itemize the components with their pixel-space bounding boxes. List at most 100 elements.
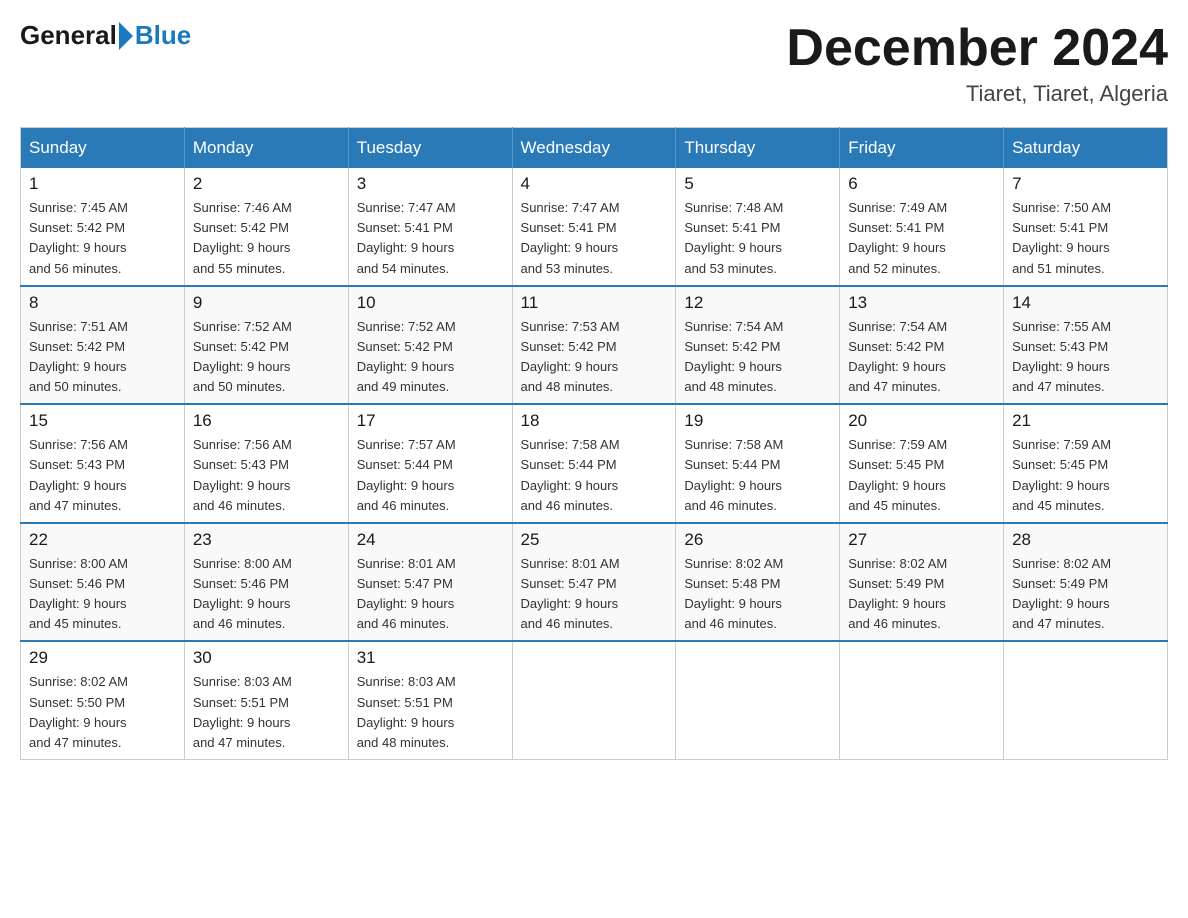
day-info: Sunrise: 8:00 AMSunset: 5:46 PMDaylight:… bbox=[29, 554, 176, 635]
calendar-cell: 16 Sunrise: 7:56 AMSunset: 5:43 PMDayligh… bbox=[184, 404, 348, 523]
day-number: 5 bbox=[684, 174, 831, 194]
calendar-cell: 18Sunrise: 7:58 AMSunset: 5:44 PMDayligh… bbox=[512, 404, 676, 523]
day-number: 25 bbox=[521, 530, 668, 550]
page-header: General Blue December 2024 Tiaret, Tiare… bbox=[20, 20, 1168, 107]
day-number: 1 bbox=[29, 174, 176, 194]
day-info: Sunrise: 7:47 AMSunset: 5:41 PMDaylight:… bbox=[357, 198, 504, 279]
calendar-cell: 13 Sunrise: 7:54 AMSunset: 5:42 PMDayligh… bbox=[840, 286, 1004, 405]
day-number: 26 bbox=[684, 530, 831, 550]
calendar-table: SundayMondayTuesdayWednesdayThursdayFrid… bbox=[20, 127, 1168, 760]
day-number: 28 bbox=[1012, 530, 1159, 550]
day-number: 21 bbox=[1012, 411, 1159, 431]
day-info: Sunrise: 7:54 AMSunset: 5:42 PMDaylight:… bbox=[684, 317, 831, 398]
calendar-cell: 3Sunrise: 7:47 AMSunset: 5:41 PMDaylight… bbox=[348, 168, 512, 286]
day-info: Sunrise: 8:02 AMSunset: 5:48 PMDaylight:… bbox=[684, 554, 831, 635]
calendar-cell: 1 Sunrise: 7:45 AMSunset: 5:42 PMDaylight… bbox=[21, 168, 185, 286]
day-info: Sunrise: 7:46 AMSunset: 5:42 PMDaylight:… bbox=[193, 198, 340, 279]
day-number: 2 bbox=[193, 174, 340, 194]
day-number: 27 bbox=[848, 530, 995, 550]
day-number: 23 bbox=[193, 530, 340, 550]
calendar-cell bbox=[512, 641, 676, 759]
col-header-tuesday: Tuesday bbox=[348, 128, 512, 169]
day-number: 7 bbox=[1012, 174, 1159, 194]
calendar-cell bbox=[1004, 641, 1168, 759]
day-info: Sunrise: 8:02 AMSunset: 5:49 PMDaylight:… bbox=[1012, 554, 1159, 635]
day-number: 22 bbox=[29, 530, 176, 550]
logo-general-text: General bbox=[20, 20, 117, 51]
calendar-week-row: 8 Sunrise: 7:51 AMSunset: 5:42 PMDaylight… bbox=[21, 286, 1168, 405]
day-info: Sunrise: 7:58 AMSunset: 5:44 PMDaylight:… bbox=[684, 435, 831, 516]
day-number: 8 bbox=[29, 293, 176, 313]
calendar-cell: 31 Sunrise: 8:03 AMSunset: 5:51 PMDayligh… bbox=[348, 641, 512, 759]
day-info: Sunrise: 7:47 AMSunset: 5:41 PMDaylight:… bbox=[521, 198, 668, 279]
calendar-week-row: 15 Sunrise: 7:56 AMSunset: 5:43 PMDayligh… bbox=[21, 404, 1168, 523]
calendar-cell: 28 Sunrise: 8:02 AMSunset: 5:49 PMDayligh… bbox=[1004, 523, 1168, 642]
day-number: 24 bbox=[357, 530, 504, 550]
calendar-cell: 21 Sunrise: 7:59 AMSunset: 5:45 PMDayligh… bbox=[1004, 404, 1168, 523]
day-info: Sunrise: 7:51 AMSunset: 5:42 PMDaylight:… bbox=[29, 317, 176, 398]
calendar-cell: 17 Sunrise: 7:57 AMSunset: 5:44 PMDayligh… bbox=[348, 404, 512, 523]
day-info: Sunrise: 7:54 AMSunset: 5:42 PMDaylight:… bbox=[848, 317, 995, 398]
month-title: December 2024 bbox=[786, 20, 1168, 77]
day-number: 15 bbox=[29, 411, 176, 431]
day-number: 6 bbox=[848, 174, 995, 194]
calendar-cell: 11Sunrise: 7:53 AMSunset: 5:42 PMDayligh… bbox=[512, 286, 676, 405]
calendar-cell: 19 Sunrise: 7:58 AMSunset: 5:44 PMDayligh… bbox=[676, 404, 840, 523]
calendar-cell: 23 Sunrise: 8:00 AMSunset: 5:46 PMDayligh… bbox=[184, 523, 348, 642]
day-number: 17 bbox=[357, 411, 504, 431]
day-info: Sunrise: 8:03 AMSunset: 5:51 PMDaylight:… bbox=[193, 672, 340, 753]
day-info: Sunrise: 7:49 AMSunset: 5:41 PMDaylight:… bbox=[848, 198, 995, 279]
day-info: Sunrise: 8:01 AMSunset: 5:47 PMDaylight:… bbox=[357, 554, 504, 635]
calendar-cell: 6 Sunrise: 7:49 AMSunset: 5:41 PMDaylight… bbox=[840, 168, 1004, 286]
day-info: Sunrise: 8:00 AMSunset: 5:46 PMDaylight:… bbox=[193, 554, 340, 635]
col-header-thursday: Thursday bbox=[676, 128, 840, 169]
day-info: Sunrise: 7:45 AMSunset: 5:42 PMDaylight:… bbox=[29, 198, 176, 279]
calendar-cell: 12 Sunrise: 7:54 AMSunset: 5:42 PMDayligh… bbox=[676, 286, 840, 405]
calendar-week-row: 22 Sunrise: 8:00 AMSunset: 5:46 PMDayligh… bbox=[21, 523, 1168, 642]
day-number: 14 bbox=[1012, 293, 1159, 313]
calendar-week-row: 1 Sunrise: 7:45 AMSunset: 5:42 PMDaylight… bbox=[21, 168, 1168, 286]
calendar-cell: 22 Sunrise: 8:00 AMSunset: 5:46 PMDayligh… bbox=[21, 523, 185, 642]
logo-blue-text: Blue bbox=[135, 20, 191, 51]
day-number: 16 bbox=[193, 411, 340, 431]
calendar-cell: 2 Sunrise: 7:46 AMSunset: 5:42 PMDaylight… bbox=[184, 168, 348, 286]
day-info: Sunrise: 8:03 AMSunset: 5:51 PMDaylight:… bbox=[357, 672, 504, 753]
calendar-cell: 30Sunrise: 8:03 AMSunset: 5:51 PMDayligh… bbox=[184, 641, 348, 759]
day-number: 4 bbox=[521, 174, 668, 194]
day-number: 20 bbox=[848, 411, 995, 431]
day-info: Sunrise: 8:02 AMSunset: 5:49 PMDaylight:… bbox=[848, 554, 995, 635]
col-header-sunday: Sunday bbox=[21, 128, 185, 169]
calendar-cell: 10 Sunrise: 7:52 AMSunset: 5:42 PMDayligh… bbox=[348, 286, 512, 405]
location-title: Tiaret, Tiaret, Algeria bbox=[786, 81, 1168, 107]
day-number: 11 bbox=[521, 293, 668, 313]
day-info: Sunrise: 7:59 AMSunset: 5:45 PMDaylight:… bbox=[1012, 435, 1159, 516]
day-info: Sunrise: 7:56 AMSunset: 5:43 PMDaylight:… bbox=[193, 435, 340, 516]
day-info: Sunrise: 7:58 AMSunset: 5:44 PMDaylight:… bbox=[521, 435, 668, 516]
day-info: Sunrise: 7:52 AMSunset: 5:42 PMDaylight:… bbox=[357, 317, 504, 398]
day-info: Sunrise: 7:55 AMSunset: 5:43 PMDaylight:… bbox=[1012, 317, 1159, 398]
day-info: Sunrise: 7:50 AMSunset: 5:41 PMDaylight:… bbox=[1012, 198, 1159, 279]
day-number: 31 bbox=[357, 648, 504, 668]
calendar-cell: 20Sunrise: 7:59 AMSunset: 5:45 PMDayligh… bbox=[840, 404, 1004, 523]
day-number: 19 bbox=[684, 411, 831, 431]
calendar-week-row: 29Sunrise: 8:02 AMSunset: 5:50 PMDayligh… bbox=[21, 641, 1168, 759]
day-info: Sunrise: 7:57 AMSunset: 5:44 PMDaylight:… bbox=[357, 435, 504, 516]
logo-arrow-icon bbox=[119, 22, 133, 50]
calendar-cell: 24 Sunrise: 8:01 AMSunset: 5:47 PMDayligh… bbox=[348, 523, 512, 642]
col-header-friday: Friday bbox=[840, 128, 1004, 169]
calendar-cell: 15 Sunrise: 7:56 AMSunset: 5:43 PMDayligh… bbox=[21, 404, 185, 523]
calendar-cell: 7 Sunrise: 7:50 AMSunset: 5:41 PMDaylight… bbox=[1004, 168, 1168, 286]
calendar-cell: 4 Sunrise: 7:47 AMSunset: 5:41 PMDaylight… bbox=[512, 168, 676, 286]
day-number: 29 bbox=[29, 648, 176, 668]
calendar-cell: 29Sunrise: 8:02 AMSunset: 5:50 PMDayligh… bbox=[21, 641, 185, 759]
logo: General Blue bbox=[20, 20, 191, 51]
calendar-cell: 8 Sunrise: 7:51 AMSunset: 5:42 PMDaylight… bbox=[21, 286, 185, 405]
day-number: 13 bbox=[848, 293, 995, 313]
col-header-saturday: Saturday bbox=[1004, 128, 1168, 169]
calendar-cell: 9Sunrise: 7:52 AMSunset: 5:42 PMDaylight… bbox=[184, 286, 348, 405]
day-number: 12 bbox=[684, 293, 831, 313]
day-number: 10 bbox=[357, 293, 504, 313]
col-header-wednesday: Wednesday bbox=[512, 128, 676, 169]
day-info: Sunrise: 7:56 AMSunset: 5:43 PMDaylight:… bbox=[29, 435, 176, 516]
title-area: December 2024 Tiaret, Tiaret, Algeria bbox=[786, 20, 1168, 107]
